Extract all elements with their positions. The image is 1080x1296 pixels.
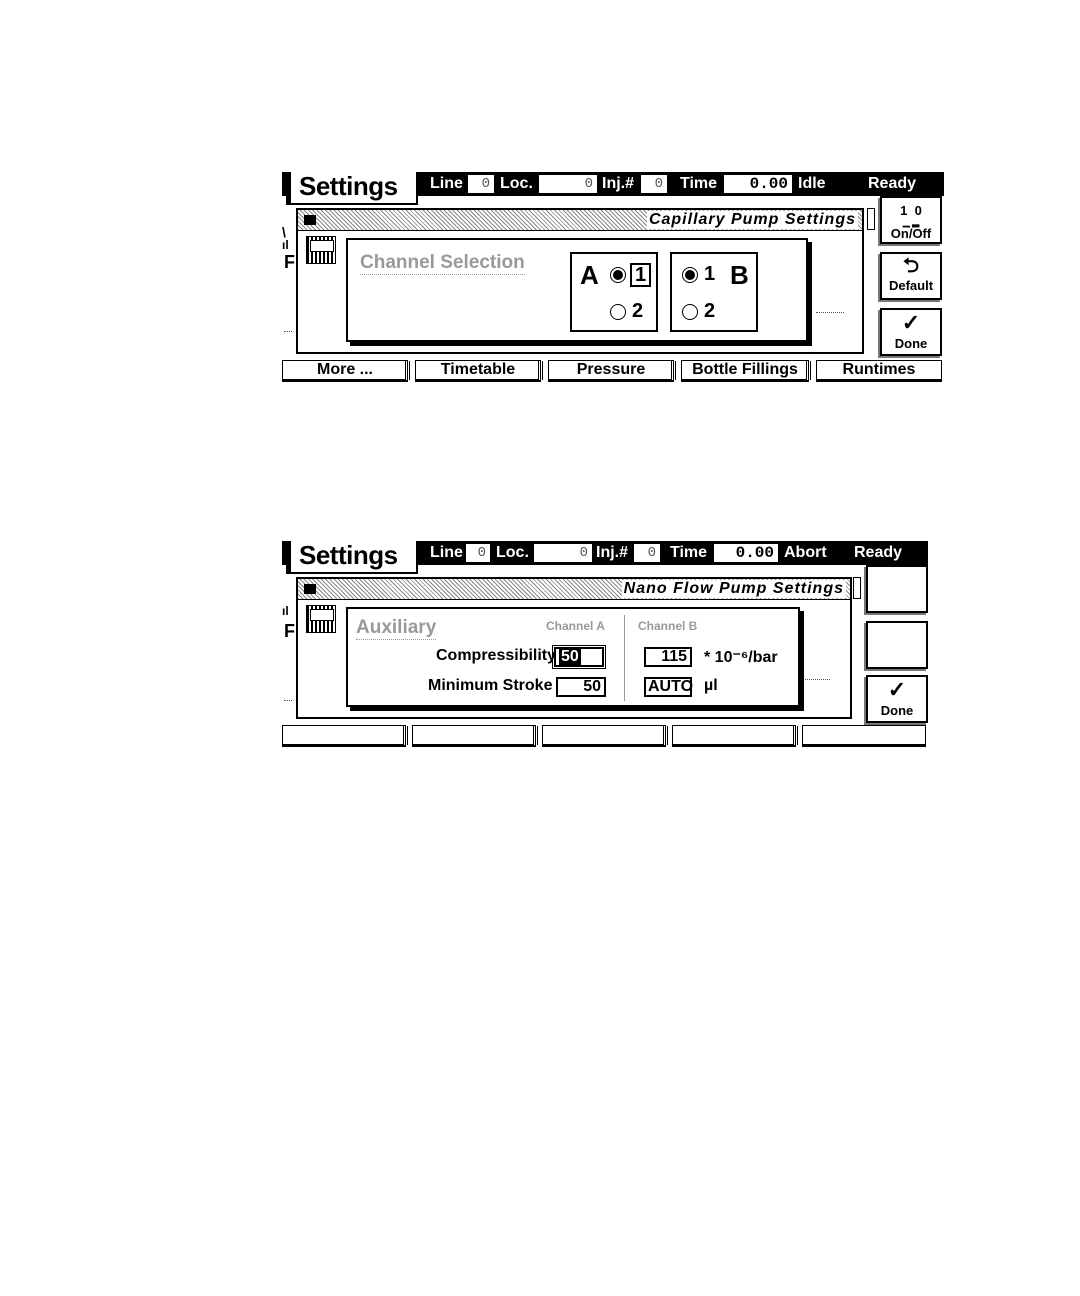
done-button[interactable]: ✓ Done	[880, 308, 942, 356]
time-label: Time	[680, 175, 718, 192]
dialog-title: Nano Flow Pump Settings	[621, 580, 846, 598]
channel-divider	[624, 615, 625, 701]
time-value: 0.00	[724, 175, 792, 193]
side-button-2-blank[interactable]	[866, 621, 928, 669]
nano-flow-pump-settings-screen: Line 0 Loc. 0 Inj.# 0 Time 0.00 Abort Re…	[282, 540, 928, 747]
softkey-row	[282, 725, 928, 747]
softkey-bottle-fillings[interactable]: Bottle Fillings	[681, 360, 812, 382]
background-mark: F	[284, 252, 295, 272]
done-label: Done	[894, 336, 928, 351]
channel-a-box: A 1 2	[570, 252, 658, 332]
channel-selection-panel: Channel Selection A 1 2 1 B 2	[346, 238, 808, 342]
done-button[interactable]: ✓ Done	[866, 675, 928, 723]
on-off-button[interactable]: 1 0 ▁ ▂ On/Off	[880, 196, 942, 244]
softkey-row: More ... Timetable Pressure Bottle Filli…	[282, 360, 944, 382]
softkey-2-blank[interactable]	[412, 725, 539, 747]
background-dots	[284, 331, 292, 332]
pump-icon	[306, 605, 336, 633]
compressibility-label: Compressibility	[436, 647, 557, 664]
softkey-pressure[interactable]: Pressure	[548, 360, 677, 382]
time-label: Time	[670, 544, 708, 561]
capillary-pump-settings-screen: Line 0 Loc. 0 Inj.# 0 Time 0.00 Idle Rea…	[282, 171, 944, 384]
inj-label: Inj.#	[602, 175, 635, 192]
dialog-title-bar[interactable]: Capillary Pump Settings	[298, 210, 862, 231]
softkey-4-blank[interactable]	[672, 725, 799, 747]
default-button[interactable]: ⮌ Default	[880, 252, 942, 300]
channel-b-radio-1[interactable]	[682, 267, 698, 283]
loc-label: Loc.	[500, 175, 533, 192]
dialog-title-bar[interactable]: Nano Flow Pump Settings	[298, 579, 850, 600]
run-state: Idle	[798, 175, 826, 192]
inj-value: 0	[641, 175, 667, 193]
section-heading: Channel Selection	[360, 252, 525, 275]
ready-status: Ready	[868, 175, 917, 192]
auxiliary-panel: Auxiliary Channel A Channel B Compressib…	[346, 607, 800, 707]
scroll-handle[interactable]	[853, 577, 861, 599]
default-label: Default	[888, 278, 934, 293]
time-value: 0.00	[714, 544, 778, 562]
channel-b-option-2[interactable]: 2	[704, 300, 715, 323]
inj-value: 0	[634, 544, 660, 562]
softkey-runtimes[interactable]: Runtimes	[816, 360, 942, 382]
min-stroke-label: Minimum Stroke	[428, 677, 553, 694]
dialog-title: Capillary Pump Settings	[646, 211, 858, 229]
screen-title: Settings	[299, 171, 398, 201]
softkey-3-blank[interactable]	[542, 725, 669, 747]
loc-value: 0	[534, 544, 592, 562]
channel-a-letter: A	[580, 260, 599, 290]
background-mark: ıl	[282, 604, 289, 618]
window-menu-icon[interactable]	[304, 215, 316, 225]
screen-title: Settings	[299, 540, 398, 570]
min-stroke-b-field[interactable]: AUTO	[644, 677, 693, 697]
background-mark: ıl	[282, 238, 289, 252]
line-value: 0	[466, 544, 490, 562]
channel-b-letter: B	[730, 260, 749, 290]
settings-tab: Settings	[286, 540, 418, 574]
checkmark-icon: ✓	[901, 310, 921, 335]
undo-icon: ⮌	[902, 255, 920, 277]
on-off-digits: 1 0	[900, 203, 922, 218]
channel-b-radio-2[interactable]	[682, 304, 698, 320]
done-label: Done	[880, 703, 914, 718]
lamp-icon: ▁ ▂	[902, 217, 920, 227]
softkey-more[interactable]: More ...	[282, 360, 411, 382]
channel-a-radio-2[interactable]	[610, 304, 626, 320]
inj-label: Inj.#	[596, 544, 629, 561]
channel-b-box: 1 B 2	[670, 252, 758, 332]
line-label: Line	[430, 175, 463, 192]
loc-label: Loc.	[496, 544, 529, 561]
softkey-1-blank[interactable]	[282, 725, 409, 747]
scroll-handle[interactable]	[867, 208, 875, 230]
min-stroke-unit: µl	[704, 677, 718, 694]
checkmark-icon: ✓	[887, 677, 907, 702]
channel-a-option-2[interactable]: 2	[632, 300, 643, 323]
ready-status: Ready	[854, 544, 903, 561]
on-off-label: On/Off	[890, 226, 932, 241]
compressibility-unit: * 10⁻⁶/bar	[704, 649, 778, 666]
background-mark: F	[284, 621, 295, 641]
section-heading: Auxiliary	[356, 617, 437, 640]
channel-b-option-1[interactable]: 1	[704, 263, 715, 286]
channel-a-radio-1[interactable]	[610, 267, 626, 283]
softkey-timetable[interactable]: Timetable	[415, 360, 544, 382]
background-dots	[802, 679, 830, 680]
softkey-5-blank[interactable]	[802, 725, 926, 747]
channel-b-header: Channel B	[638, 619, 698, 633]
channel-a-header: Channel A	[546, 619, 605, 633]
compressibility-b-field[interactable]: 115	[644, 647, 692, 667]
background-dots	[816, 312, 844, 313]
side-button-1-blank[interactable]	[866, 565, 928, 613]
channel-a-option-1[interactable]: 1	[630, 263, 652, 287]
settings-tab: Settings	[286, 171, 418, 205]
loc-value: 0	[539, 175, 597, 193]
window-menu-icon[interactable]	[304, 584, 316, 594]
run-state: Abort	[784, 544, 827, 561]
pump-icon	[306, 236, 336, 264]
min-stroke-a-field[interactable]: 50	[556, 677, 606, 697]
compressibility-a-field[interactable]: 50	[552, 645, 606, 669]
line-label: Line	[430, 544, 463, 561]
background-dots	[284, 700, 292, 701]
line-value: 0	[468, 175, 494, 193]
